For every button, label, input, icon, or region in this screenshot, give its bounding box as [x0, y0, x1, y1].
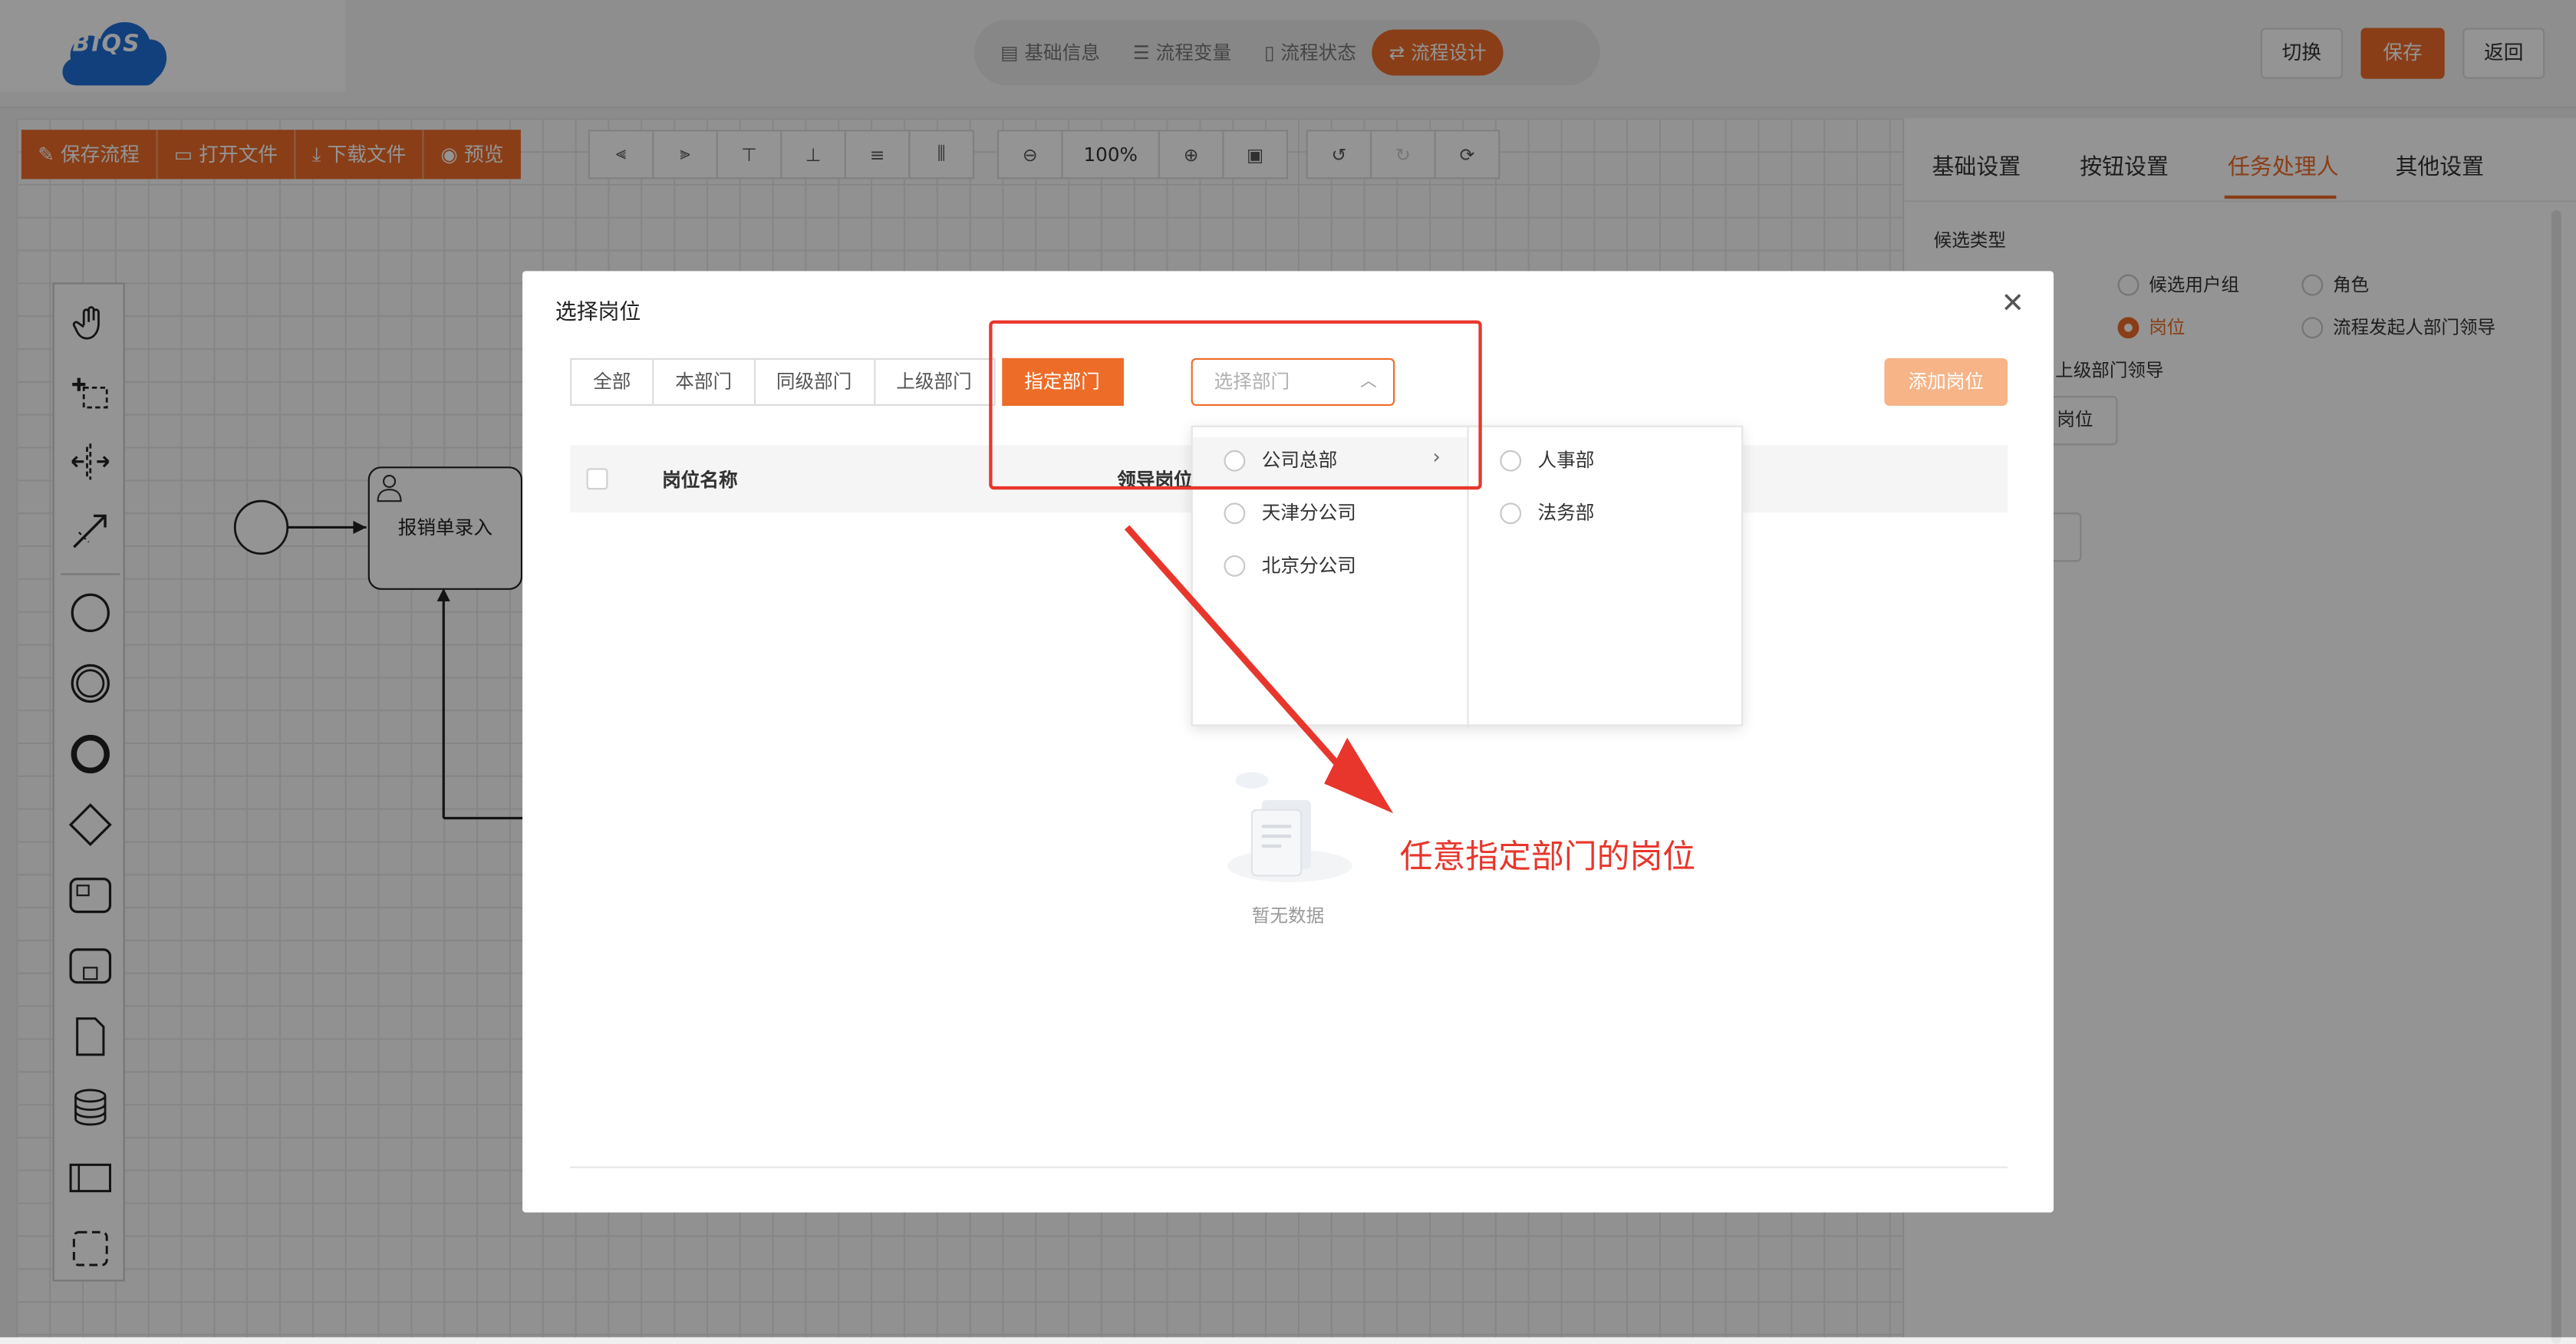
annotation-text: 任意指定部门的岗位: [1399, 836, 1696, 876]
table-footer-divider: [570, 1166, 2008, 1168]
annotation-highlight-box: [989, 320, 1482, 490]
column-position-name: 岗位名称: [662, 468, 738, 492]
filter-same-level-dept[interactable]: 同级部门: [753, 357, 875, 406]
empty-text: 暂无数据: [1251, 905, 1325, 927]
filter-all[interactable]: 全部: [570, 357, 654, 406]
add-position-button[interactable]: 添加岗位: [1884, 357, 2008, 406]
select-all-checkbox[interactable]: [586, 468, 608, 490]
radio-icon: [1500, 502, 1522, 524]
filter-parent-dept[interactable]: 上级部门: [873, 357, 995, 406]
item-label: 人事部: [1537, 448, 1595, 472]
close-icon[interactable]: ✕: [2001, 288, 2024, 321]
annotation-arrow-icon: [1124, 525, 1394, 814]
item-label: 法务部: [1537, 501, 1595, 525]
cascader-item-legal[interactable]: 法务部: [1500, 499, 1594, 525]
filter-own-dept[interactable]: 本部门: [652, 357, 756, 406]
dialog-title: 选择岗位: [555, 300, 641, 326]
radio-icon: [1500, 449, 1522, 471]
cascader-item-hr[interactable]: 人事部: [1500, 447, 1594, 473]
